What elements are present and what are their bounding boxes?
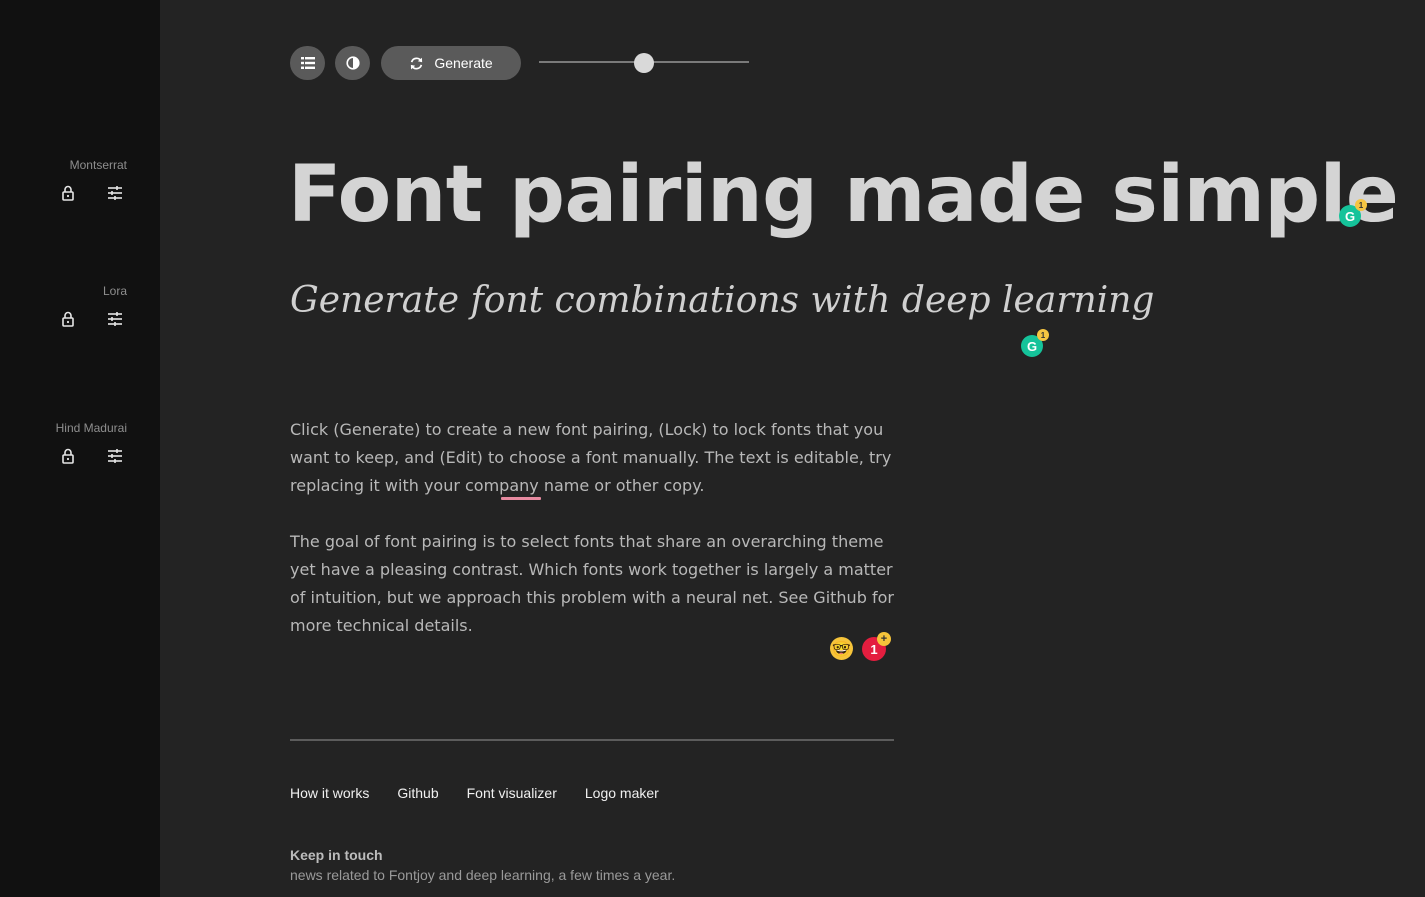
contrast-button[interactable]	[335, 46, 370, 80]
generate-button[interactable]: Generate	[381, 46, 521, 80]
font-name: Montserrat	[69, 158, 127, 172]
para1-text-a: Click (Generate) to create a new font pa…	[290, 420, 892, 495]
list-button[interactable]	[290, 46, 325, 80]
font-name: Lora	[102, 284, 127, 298]
footer-link-how-it-works[interactable]: How it works	[290, 785, 369, 801]
body-paragraph-2[interactable]: The goal of font pairing is to select fo…	[290, 528, 895, 640]
footer-link-font-visualizer[interactable]: Font visualizer	[467, 785, 557, 801]
grammarly-icon[interactable]: G 1	[1021, 329, 1049, 357]
generate-label: Generate	[434, 55, 493, 71]
divider	[290, 739, 894, 741]
tune-icon[interactable]	[107, 448, 123, 464]
font-name: Hind Madurai	[55, 421, 127, 435]
keep-in-touch-subtitle: news related to Fontjoy and deep learnin…	[290, 867, 676, 883]
footer-link-logo-maker[interactable]: Logo maker	[585, 785, 659, 801]
list-icon	[300, 57, 315, 69]
keep-in-touch-title: Keep in touch	[290, 847, 383, 863]
footer-links: How it works Github Font visualizer Logo…	[290, 785, 659, 801]
tune-icon[interactable]	[107, 311, 123, 327]
grammarly-count-badge: 1	[1355, 199, 1367, 211]
slider-thumb[interactable]	[634, 53, 654, 73]
tune-icon[interactable]	[107, 185, 123, 201]
nerd-emoji-icon[interactable]: 🤓	[830, 637, 853, 660]
grammarly-icon[interactable]: G 1	[1339, 199, 1367, 227]
page-headline[interactable]: Font pairing made simple	[288, 150, 1399, 240]
para1-text-b: copy.	[658, 476, 705, 495]
body-paragraph-1[interactable]: Click (Generate) to create a new font pa…	[290, 416, 895, 500]
lock-icon[interactable]	[60, 448, 76, 464]
page-subhead[interactable]: Generate font combinations with deep lea…	[290, 280, 1154, 321]
grammarly-letter: G	[1026, 338, 1038, 354]
footer-link-github[interactable]: Github	[397, 785, 438, 801]
add-icon[interactable]: +	[877, 632, 891, 646]
grammarly-letter: G	[1344, 208, 1356, 224]
lock-icon[interactable]	[60, 311, 76, 327]
sidebar: Montserrat Lora Hind Madurai	[0, 0, 160, 897]
contrast-icon	[345, 56, 360, 70]
grammarly-count-badge: 1	[1037, 329, 1049, 341]
misspelled-word[interactable]: other	[616, 476, 659, 495]
spellcheck-underline	[501, 497, 541, 500]
refresh-icon	[411, 57, 423, 69]
lock-icon[interactable]	[60, 185, 76, 201]
